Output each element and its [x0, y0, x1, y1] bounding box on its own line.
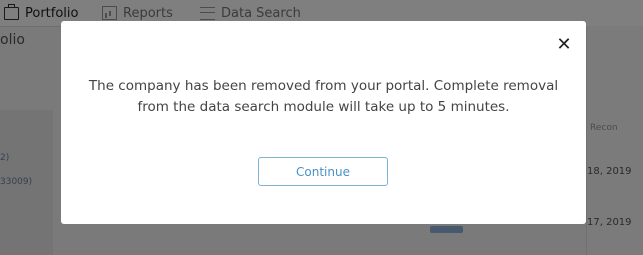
close-icon: ✕: [556, 34, 572, 55]
confirmation-dialog: ✕ The company has been removed from your…: [61, 21, 586, 224]
close-button[interactable]: ✕: [554, 35, 574, 55]
continue-button[interactable]: Continue: [258, 157, 388, 186]
dialog-message: The company has been removed from your p…: [88, 78, 559, 115]
